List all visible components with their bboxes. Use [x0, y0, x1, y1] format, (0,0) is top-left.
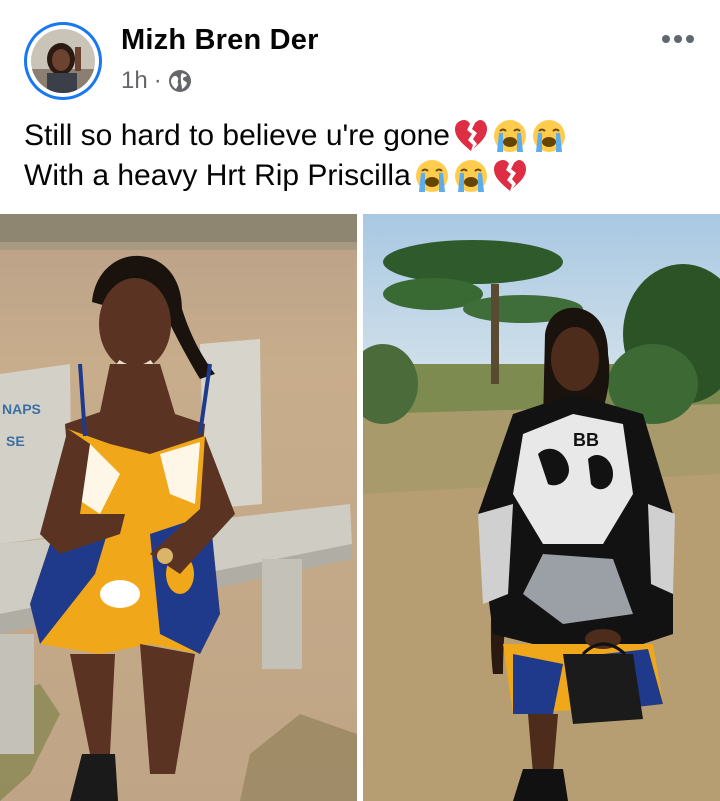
profile-avatar[interactable]	[24, 22, 102, 100]
loudly-crying-emoji	[453, 158, 489, 194]
loudly-crying-emoji	[531, 118, 567, 154]
facebook-post: Mizh Bren Der 1h · Still so hard to beli…	[0, 0, 720, 801]
bench-text: SE	[6, 433, 25, 449]
post-meta: 1h ·	[121, 66, 192, 96]
post-text-line: Still so hard to believe u're gone	[24, 116, 704, 156]
author-name[interactable]: Mizh Bren Der	[121, 24, 319, 57]
post-photo-1[interactable]: NAPS SE	[0, 214, 357, 801]
broken-heart-emoji	[453, 118, 489, 154]
loudly-crying-emoji	[414, 158, 450, 194]
post-text-line: With a heavy Hrt Rip Priscilla	[24, 156, 704, 196]
more-options-icon	[662, 35, 670, 43]
post-header: Mizh Bren Der 1h ·	[0, 0, 720, 112]
loudly-crying-emoji	[492, 118, 528, 154]
post-message: Still so hard to believe u're gone With …	[24, 116, 704, 196]
avatar-photo	[31, 29, 95, 93]
post-photo-2[interactable]: BB	[363, 214, 720, 801]
globe-icon[interactable]	[168, 69, 192, 93]
more-options-button[interactable]	[656, 22, 700, 56]
broken-heart-emoji	[492, 158, 528, 194]
meta-separator: ·	[153, 67, 162, 94]
bench-text: NAPS	[2, 401, 41, 417]
post-timestamp[interactable]: 1h	[121, 67, 148, 95]
hoodie-text: BB	[573, 430, 599, 450]
